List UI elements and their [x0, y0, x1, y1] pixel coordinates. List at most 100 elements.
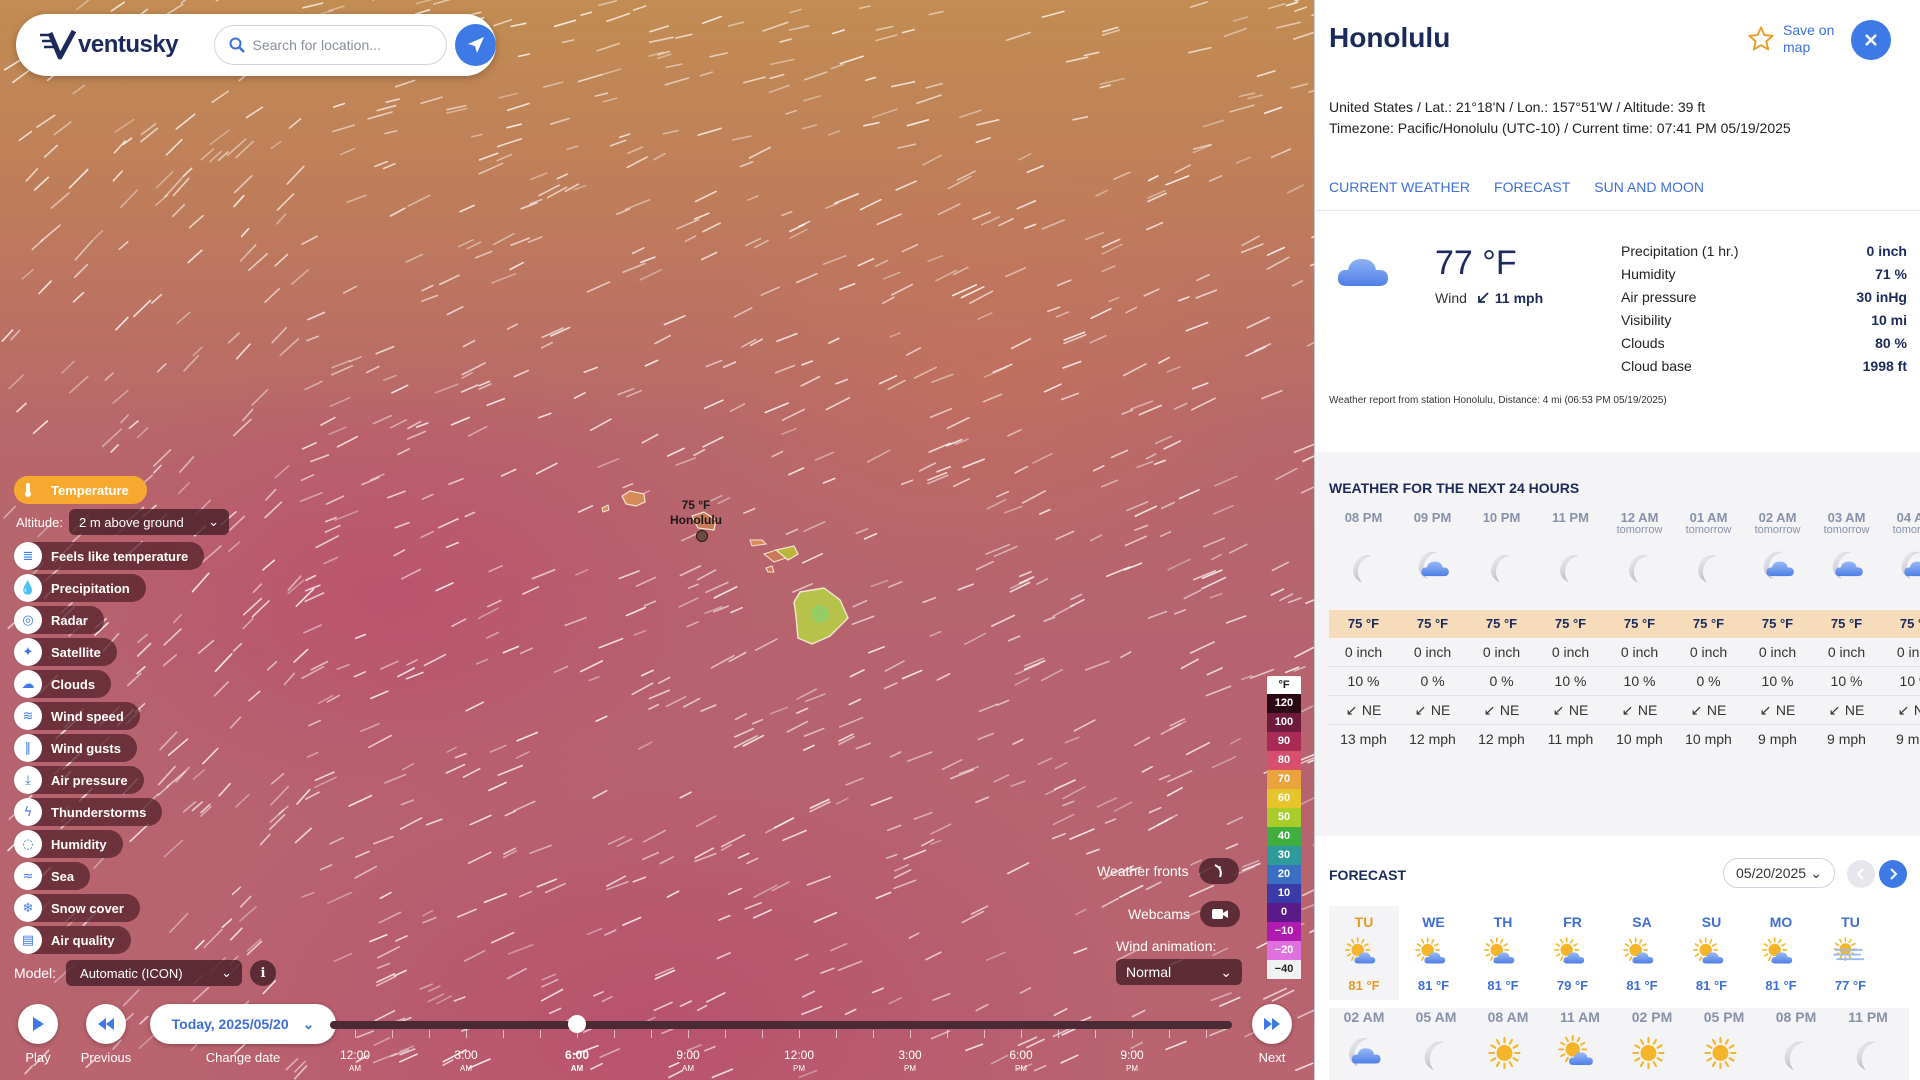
- layer-thunderstorms[interactable]: ϟ Thunderstorms: [14, 798, 163, 826]
- wind-direction-icon: ↙: [1483, 703, 1500, 719]
- date-selector[interactable]: Today, 2025/05/20 ⌄: [150, 1004, 336, 1044]
- hour-dir-text: NE: [1637, 702, 1658, 718]
- layer-snow-cover[interactable]: ❄ Snow cover: [14, 894, 140, 922]
- location-panel: Honolulu Save on map United States / Lat…: [1314, 0, 1920, 1080]
- weather-map[interactable]: 75 °F Honolulu ventusky Search for locat…: [0, 0, 1314, 1080]
- hourly-table[interactable]: 08 PM 75 °F 0 inch 10 % ↙ NE 13 mph 09 PM 75 °F…: [1329, 510, 1920, 840]
- moon-cloud-icon: [1743, 546, 1812, 590]
- altitude-select[interactable]: 2 m above ground ⌄: [68, 509, 229, 535]
- layer-satellite[interactable]: ✦ Satellite: [14, 638, 117, 666]
- hour-wind-dir: ↙ NE: [1536, 696, 1605, 725]
- timeline-label[interactable]: 12:00 PM: [769, 1049, 829, 1075]
- timeline-label[interactable]: 12:00 AM: [325, 1049, 385, 1075]
- hour-time: 08 PM: [1344, 510, 1383, 525]
- info-icon[interactable]: i: [250, 960, 277, 986]
- layer-air-quality[interactable]: ▤ Air quality: [14, 926, 131, 954]
- temperature-legend[interactable]: °F 120 100 90 80 70 60 50 40 30 20 10 0 −10 −20 −40: [1267, 676, 1301, 979]
- search-input[interactable]: [252, 37, 443, 53]
- tab-forecast[interactable]: FORECAST: [1494, 179, 1570, 195]
- station-report: Weather report from station Honolulu, Di…: [1329, 395, 1667, 406]
- legend-step: 120: [1267, 694, 1301, 713]
- hour-wind-speed: 11 mph: [1547, 731, 1594, 747]
- stat-label: Visibility: [1621, 312, 1672, 328]
- hour-probability: 0 %: [1467, 667, 1536, 696]
- timeline-thumb[interactable]: [568, 1015, 586, 1033]
- forecast-prev-button[interactable]: [1847, 860, 1875, 888]
- layer-wind-gusts[interactable]: ∥ Wind gusts: [14, 734, 137, 762]
- timeline-label[interactable]: 6:00 PM: [991, 1049, 1051, 1075]
- timezone-line: Timezone: Pacific/Honolulu (UTC-10) / Cu…: [1329, 120, 1791, 136]
- model-value: Automatic (ICON): [80, 965, 183, 981]
- sun-cloud-icon: [1399, 936, 1469, 972]
- timeline-label[interactable]: 9:00 PM: [1102, 1049, 1162, 1075]
- forecast-day[interactable]: WE 81 °F: [1399, 906, 1469, 1000]
- layer-wind-speed[interactable]: ≋ Wind speed: [14, 702, 140, 730]
- webcams-toggle[interactable]: Webcams: [1128, 901, 1240, 927]
- forecast-time: 08 AM: [1473, 1009, 1543, 1073]
- forecast-day[interactable]: FR 79 °F: [1538, 906, 1608, 1000]
- layer-radar[interactable]: ◎ Radar: [14, 606, 104, 634]
- hour-column: 03 AM tomorrow 75 °F 0 inch 10 % ↙ NE 9 mph: [1812, 510, 1881, 754]
- previous-button[interactable]: [86, 1004, 126, 1044]
- droplet-icon: 💧: [14, 574, 42, 602]
- layer-temperature[interactable]: Temperature: [14, 476, 147, 504]
- forecast-day[interactable]: TU 81 °F: [1329, 906, 1399, 1000]
- feels-like-icon: ≣: [14, 542, 42, 570]
- play-icon: [33, 1017, 44, 1031]
- model-select[interactable]: Automatic (ICON) ⌄: [66, 960, 243, 986]
- timeline-label[interactable]: 3:00 AM: [436, 1049, 496, 1075]
- layer-precipitation[interactable]: 💧 Precipitation: [14, 574, 146, 602]
- hawaii-islands: [601, 490, 849, 645]
- close-button[interactable]: [1851, 20, 1891, 60]
- layer-air-pressure[interactable]: ⤓ Air pressure: [14, 766, 144, 794]
- forecast-next-button[interactable]: [1879, 860, 1907, 888]
- timeline-ampm: PM: [904, 1064, 916, 1073]
- hour-column: 12 AM tomorrow 75 °F 0 inch 10 % ↙ NE 10 mph: [1605, 510, 1674, 754]
- tab-sun-and-moon[interactable]: SUN AND MOON: [1594, 179, 1704, 195]
- hour-precip: 0 inch: [1605, 638, 1674, 667]
- hour-time: 04 AM: [1896, 510, 1920, 525]
- city-marker[interactable]: 75 °F Honolulu: [670, 498, 722, 542]
- day-temp: 81 °F: [1417, 978, 1450, 993]
- hour-wind-dir: ↙ NE: [1881, 696, 1920, 725]
- hour-wind-speed: 9 mph: [1827, 731, 1866, 747]
- hour-time: 02 AM: [1758, 510, 1797, 525]
- layer-sea[interactable]: ≈ Sea: [14, 862, 91, 890]
- tab-current-weather[interactable]: CURRENT WEATHER: [1329, 179, 1470, 195]
- hour-wind-dir: ↙ NE: [1743, 696, 1812, 725]
- forecast-day[interactable]: SU 81 °F: [1677, 906, 1747, 1000]
- timeline-tick: [984, 1030, 985, 1038]
- locate-button[interactable]: [455, 24, 496, 66]
- timeline-label[interactable]: 3:00 PM: [880, 1049, 940, 1075]
- forecast-day[interactable]: TU 77 °F: [1816, 906, 1886, 1000]
- forecast-date-select[interactable]: 05/20/2025 ⌄: [1723, 858, 1835, 888]
- timeline-time: 12:00: [339, 1048, 371, 1062]
- hour-precip: 0 inch: [1812, 638, 1881, 667]
- legend-step: −10: [1267, 922, 1301, 941]
- hour-precip: 0 inch: [1329, 638, 1398, 667]
- wind-animation-select[interactable]: Normal ⌄: [1116, 959, 1242, 985]
- weather-fronts-toggle[interactable]: Weather fronts: [1097, 858, 1239, 884]
- layer-feels-like-temperature[interactable]: ≣ Feels like temperature: [14, 542, 205, 570]
- forecast-day[interactable]: TH 81 °F: [1468, 906, 1538, 1000]
- play-button[interactable]: [18, 1004, 58, 1044]
- hour-time: 11 PM: [1552, 510, 1589, 525]
- hour-column: 02 AM tomorrow 75 °F 0 inch 10 % ↙ NE 9 mph: [1743, 510, 1812, 754]
- altitude-label: Altitude:: [16, 514, 63, 530]
- search-box[interactable]: [213, 25, 448, 65]
- hour-dir-text: NE: [1706, 702, 1727, 718]
- hour-dir-text: NE: [1775, 702, 1796, 718]
- altitude-value: 2 m above ground: [78, 514, 184, 530]
- layer-humidity[interactable]: ◌ Humidity: [14, 830, 123, 858]
- timeline-label[interactable]: 6:00 AM: [547, 1049, 607, 1075]
- timeline-label[interactable]: 9:00 AM: [658, 1049, 718, 1075]
- timeline-track[interactable]: [330, 1021, 1232, 1029]
- next-button[interactable]: [1252, 1004, 1292, 1044]
- forecast-day[interactable]: SA 81 °F: [1607, 906, 1677, 1000]
- forecast-day[interactable]: MO 81 °F: [1746, 906, 1816, 1000]
- save-on-map-button[interactable]: Save on map: [1747, 22, 1834, 56]
- logo[interactable]: ventusky: [38, 29, 194, 61]
- stat-value: 0 inch: [1866, 243, 1907, 259]
- layer-clouds[interactable]: ☁ Clouds: [14, 670, 112, 698]
- humidity-icon: ◌: [14, 830, 42, 858]
